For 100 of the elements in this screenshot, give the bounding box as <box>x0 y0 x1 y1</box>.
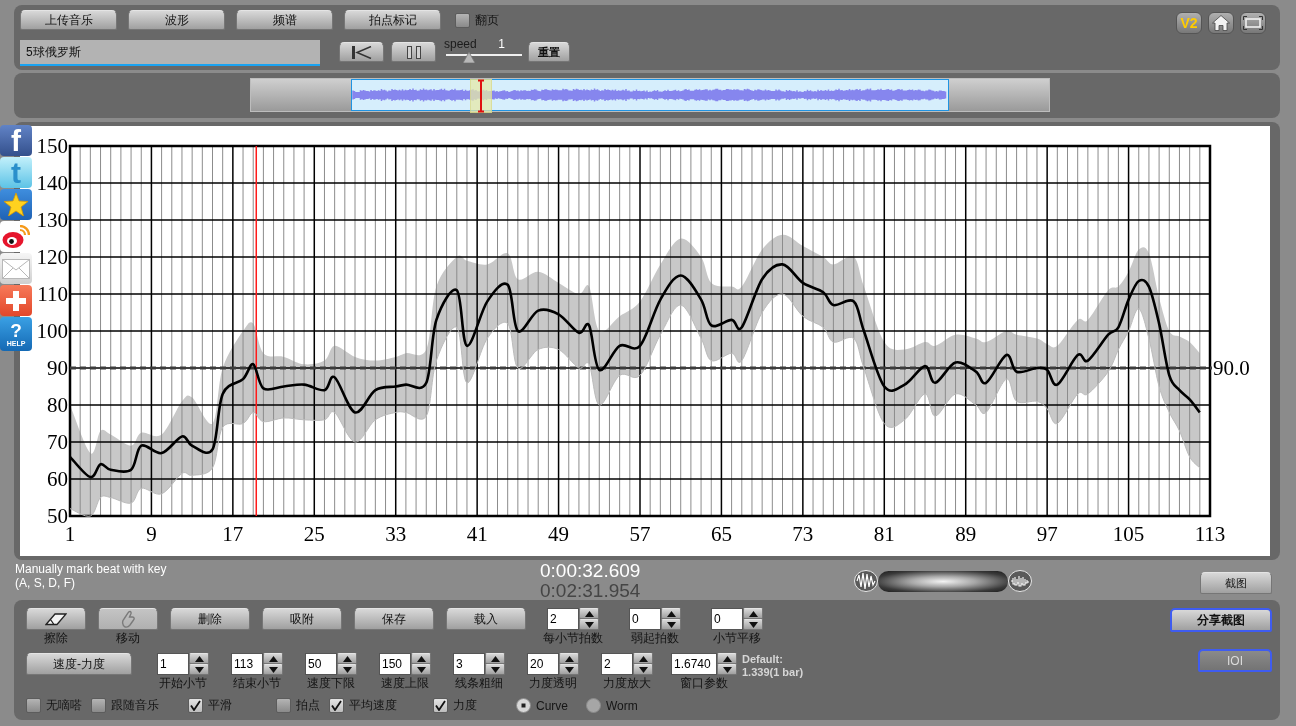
fullscreen-button[interactable] <box>1240 12 1266 34</box>
checkbox[interactable] <box>276 698 291 713</box>
y-tick-label: 140 <box>36 171 68 195</box>
number-field[interactable]: 150 <box>379 653 411 675</box>
down-triangle-icon <box>722 666 732 673</box>
number-field[interactable]: 0 <box>629 608 661 630</box>
toolbar-button[interactable]: 上传音乐 <box>20 10 117 30</box>
home-button[interactable] <box>1208 12 1234 34</box>
eraser-button[interactable] <box>26 608 86 630</box>
decrement-button[interactable] <box>189 664 209 675</box>
speed-label: speed <box>444 38 477 51</box>
social-share-button[interactable] <box>0 221 32 252</box>
action-button[interactable]: 吸附 <box>262 608 342 630</box>
decrement-button[interactable] <box>661 619 681 630</box>
selection-region[interactable] <box>351 79 949 111</box>
decrement-button[interactable] <box>559 664 579 675</box>
social-share-button[interactable]: f <box>0 125 32 156</box>
checkbox-label: 无嘀嗒 <box>46 697 82 714</box>
up-triangle-icon <box>564 655 574 662</box>
increment-button[interactable] <box>633 653 653 664</box>
overview-track[interactable] <box>250 78 1050 112</box>
increment-button[interactable] <box>717 653 737 664</box>
checkbox-label: 跟随音乐 <box>111 697 159 714</box>
number-field[interactable]: 2 <box>601 653 633 675</box>
decrement-button[interactable] <box>633 664 653 675</box>
y-tick-label: 130 <box>36 208 68 232</box>
total-time: 0:02:31.954 <box>540 581 642 601</box>
checkbox[interactable] <box>455 12 470 28</box>
number-field[interactable]: 20 <box>527 653 559 675</box>
decrement-button[interactable] <box>743 619 763 630</box>
track-title-field[interactable]: 5球俄罗斯 <box>20 40 320 66</box>
down-triangle-icon <box>416 666 426 673</box>
y-tick-label: 100 <box>36 319 68 343</box>
increment-button[interactable] <box>661 608 681 619</box>
fullscreen-icon <box>1243 16 1263 30</box>
increment-button[interactable] <box>337 653 357 664</box>
number-field[interactable]: 2 <box>547 608 579 630</box>
skip-back-icon <box>351 45 372 59</box>
decrement-button[interactable] <box>485 664 505 675</box>
increment-button[interactable] <box>485 653 505 664</box>
up-triangle-icon <box>268 655 278 662</box>
number-field[interactable]: 1.6740 <box>671 653 717 675</box>
slider-thumb[interactable] <box>462 52 475 63</box>
decrement-button[interactable] <box>411 664 431 675</box>
decrement-button[interactable] <box>717 664 737 675</box>
toolbar-button[interactable]: 拍点标记 <box>344 10 441 30</box>
increment-button[interactable] <box>263 653 283 664</box>
checkbox[interactable] <box>433 698 448 713</box>
up-triangle-icon <box>748 610 758 617</box>
screenshot-button[interactable]: 截图 <box>1200 572 1272 594</box>
reset-button[interactable]: 重置 <box>528 42 570 62</box>
radio-button[interactable] <box>516 698 531 713</box>
checkmark-icon <box>190 700 201 711</box>
action-button[interactable]: 载入 <box>446 608 526 630</box>
down-triangle-icon <box>638 666 648 673</box>
y-tick-label: 60 <box>47 467 68 491</box>
radio-button[interactable] <box>586 698 601 713</box>
up-triangle-icon <box>666 610 676 617</box>
field-label: 速度上限 <box>381 677 429 690</box>
share-screenshot-button[interactable]: 分享截图 <box>1170 608 1272 632</box>
down-triangle-icon <box>564 666 574 673</box>
checkbox[interactable] <box>188 698 203 713</box>
up-triangle-icon <box>584 610 594 617</box>
down-triangle-icon <box>666 621 676 628</box>
decrement-button[interactable] <box>579 619 599 630</box>
increment-button[interactable] <box>579 608 599 619</box>
y-tick-label: 80 <box>47 393 68 417</box>
decrement-button[interactable] <box>263 664 283 675</box>
down-triangle-icon <box>342 666 352 673</box>
number-field[interactable]: 50 <box>305 653 337 675</box>
increment-button[interactable] <box>411 653 431 664</box>
skip-back-button[interactable] <box>339 42 384 62</box>
mode-button[interactable]: 速度-力度 <box>26 653 132 675</box>
social-share-button[interactable] <box>0 285 32 316</box>
increment-button[interactable] <box>743 608 763 619</box>
number-field[interactable]: 3 <box>453 653 485 675</box>
playhead-marker[interactable] <box>470 79 492 113</box>
checkbox[interactable] <box>26 698 41 713</box>
move-button[interactable] <box>98 608 158 630</box>
number-field[interactable]: 0 <box>711 608 743 630</box>
social-share-button[interactable] <box>0 189 32 220</box>
field-label: 力度放大 <box>603 677 651 690</box>
number-field[interactable]: 1 <box>157 653 189 675</box>
field-label: 结束小节 <box>233 677 281 690</box>
increment-button[interactable] <box>559 653 579 664</box>
action-button[interactable]: 保存 <box>354 608 434 630</box>
toolbar-button[interactable]: 频谱 <box>236 10 333 30</box>
radio-label: Worm <box>606 698 638 713</box>
action-button[interactable]: 删除 <box>170 608 250 630</box>
checkbox[interactable] <box>91 698 106 713</box>
pause-button[interactable] <box>391 42 436 62</box>
speed-slider[interactable] <box>444 51 522 63</box>
reference-line-label: 90.0 <box>1213 356 1250 380</box>
toolbar-button[interactable]: 波形 <box>128 10 225 30</box>
checkbox[interactable] <box>329 698 344 713</box>
checkmark-icon <box>435 700 446 711</box>
up-triangle-icon <box>490 655 500 662</box>
number-field[interactable]: 113 <box>231 653 263 675</box>
decrement-button[interactable] <box>337 664 357 675</box>
increment-button[interactable] <box>189 653 209 664</box>
